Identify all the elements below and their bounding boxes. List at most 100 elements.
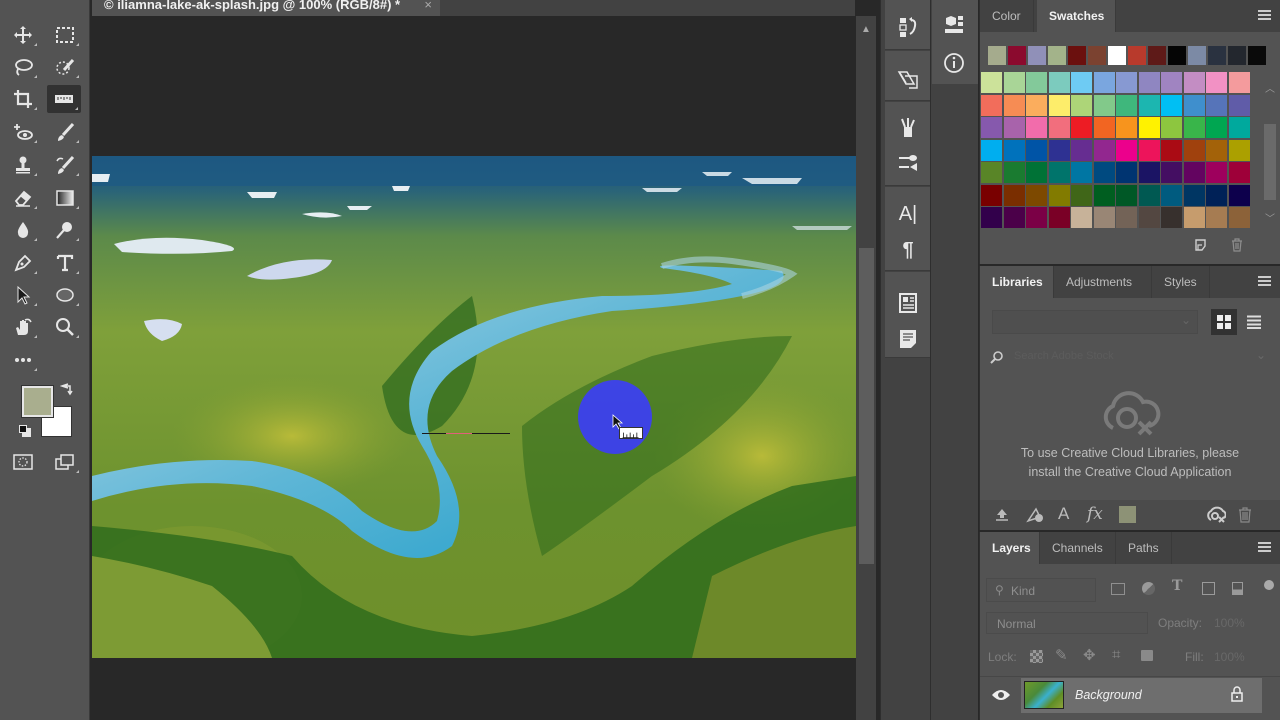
swatches-scrollbar[interactable]: ︿ ﹀ <box>1262 72 1278 228</box>
swatch[interactable] <box>1026 94 1047 116</box>
swatch[interactable] <box>1138 139 1160 161</box>
swatch[interactable] <box>1048 184 1070 206</box>
filter-adjustment-icon[interactable] <box>1142 582 1155 595</box>
swatch[interactable] <box>1026 72 1047 93</box>
swatch[interactable] <box>1183 117 1205 138</box>
swatch[interactable] <box>1093 94 1115 116</box>
document-image[interactable] <box>92 156 856 658</box>
swatch[interactable] <box>1116 72 1137 93</box>
recent-swatch[interactable] <box>1188 46 1206 65</box>
notes-panel-icon[interactable] <box>895 326 921 352</box>
swatch[interactable] <box>1048 207 1070 228</box>
gradient-tool[interactable] <box>48 184 82 212</box>
swatch[interactable] <box>1206 207 1227 228</box>
recent-swatch[interactable] <box>1008 46 1026 65</box>
swatch[interactable] <box>1026 162 1047 183</box>
swatch[interactable] <box>1003 162 1025 183</box>
swatch[interactable] <box>1026 139 1047 161</box>
tab-libraries[interactable]: Libraries <box>980 266 1054 298</box>
swatch[interactable] <box>1003 117 1025 138</box>
swatch[interactable] <box>1206 117 1227 138</box>
swatch[interactable] <box>1116 94 1137 116</box>
swatch[interactable] <box>1093 184 1115 206</box>
swatch[interactable] <box>1206 162 1227 183</box>
tab-channels[interactable]: Channels <box>1040 532 1116 564</box>
lock-all-icon[interactable] <box>1141 650 1153 661</box>
filter-type-icon[interactable]: T <box>1172 578 1182 594</box>
swatch[interactable] <box>1228 162 1250 183</box>
swatch[interactable] <box>981 184 1002 206</box>
close-document-icon[interactable]: × <box>424 0 432 11</box>
swatch[interactable] <box>981 139 1002 161</box>
vertical-scrollbar-thumb[interactable] <box>859 248 874 564</box>
history-brush-tool[interactable] <box>48 151 82 179</box>
swatch[interactable] <box>1183 207 1205 228</box>
swatch[interactable] <box>1071 162 1092 183</box>
recent-swatch[interactable] <box>1148 46 1166 65</box>
swatch[interactable] <box>1003 94 1025 116</box>
swatch[interactable] <box>1206 139 1227 161</box>
trash-icon[interactable] <box>1238 507 1252 523</box>
spot-healing-tool[interactable] <box>6 118 40 146</box>
swatch[interactable] <box>1116 184 1137 206</box>
swatch[interactable] <box>1026 207 1047 228</box>
add-fill-color-icon[interactable] <box>1119 506 1136 523</box>
info-panel-icon[interactable] <box>941 50 967 76</box>
swatch[interactable] <box>1161 184 1182 206</box>
swatch[interactable] <box>1228 184 1250 206</box>
layer-visibility-toggle[interactable] <box>980 678 1020 712</box>
swatch[interactable] <box>1138 94 1160 116</box>
upload-icon[interactable] <box>994 507 1010 523</box>
tab-styles[interactable]: Styles <box>1152 266 1210 298</box>
lasso-tool[interactable] <box>6 53 40 81</box>
clone-stamp-tool[interactable] <box>6 151 40 179</box>
swatch[interactable] <box>1206 94 1227 116</box>
layer-name[interactable]: Background <box>1075 688 1142 702</box>
swatch[interactable] <box>1183 139 1205 161</box>
swap-colors-icon[interactable] <box>59 382 74 396</box>
dodge-tool[interactable] <box>48 216 82 244</box>
recent-swatch[interactable] <box>1068 46 1086 65</box>
layer-filter-select[interactable]: ⚲ Kind <box>986 578 1096 602</box>
swatch[interactable] <box>1228 94 1250 116</box>
screen-mode-button[interactable] <box>48 448 82 476</box>
swatch[interactable] <box>981 162 1002 183</box>
swatch[interactable] <box>1093 117 1115 138</box>
swatch[interactable] <box>1071 139 1092 161</box>
scroll-down-icon[interactable]: ﹀ <box>1265 210 1275 225</box>
history-panel-icon[interactable] <box>895 14 921 40</box>
swatch[interactable] <box>981 207 1002 228</box>
swatch[interactable] <box>981 94 1002 116</box>
type-tool[interactable] <box>48 249 82 277</box>
swatch[interactable] <box>981 72 1002 93</box>
rectangular-marquee-tool[interactable] <box>48 21 82 49</box>
swatch[interactable] <box>1206 184 1227 206</box>
add-graphic-icon[interactable] <box>1026 507 1044 523</box>
recent-swatch[interactable] <box>1168 46 1186 65</box>
swatch[interactable] <box>1071 207 1092 228</box>
foreground-color-swatch[interactable] <box>21 385 54 418</box>
brushes-panel-icon[interactable] <box>895 114 921 140</box>
new-swatch-icon[interactable] <box>1194 238 1208 252</box>
tab-swatches[interactable]: Swatches <box>1037 0 1116 32</box>
blur-tool[interactable] <box>6 216 40 244</box>
swatch[interactable] <box>1116 139 1137 161</box>
more-tools[interactable] <box>6 346 40 374</box>
swatch[interactable] <box>1048 162 1070 183</box>
swatch[interactable] <box>1161 117 1182 138</box>
brush-settings-panel-icon[interactable] <box>895 150 921 176</box>
swatch[interactable] <box>1206 72 1227 93</box>
quick-mask-button[interactable] <box>6 448 40 476</box>
recent-swatch[interactable] <box>1088 46 1106 65</box>
ruler-tool[interactable] <box>47 85 81 113</box>
search-scope-chevron-icon[interactable]: ⌄ <box>1256 348 1266 362</box>
swatch[interactable] <box>1003 207 1025 228</box>
paragraph-panel-icon[interactable]: ¶ <box>895 237 921 263</box>
pen-tool[interactable] <box>6 249 40 277</box>
lock-artboard-icon[interactable]: ⌗ <box>1112 646 1120 663</box>
list-view-button[interactable] <box>1247 315 1261 329</box>
swatch[interactable] <box>1048 72 1070 93</box>
library-search-input[interactable]: Search Adobe Stock <box>1014 350 1244 366</box>
brush-tool[interactable] <box>48 118 82 146</box>
add-layer-style-icon[interactable]: fx <box>1087 504 1103 524</box>
